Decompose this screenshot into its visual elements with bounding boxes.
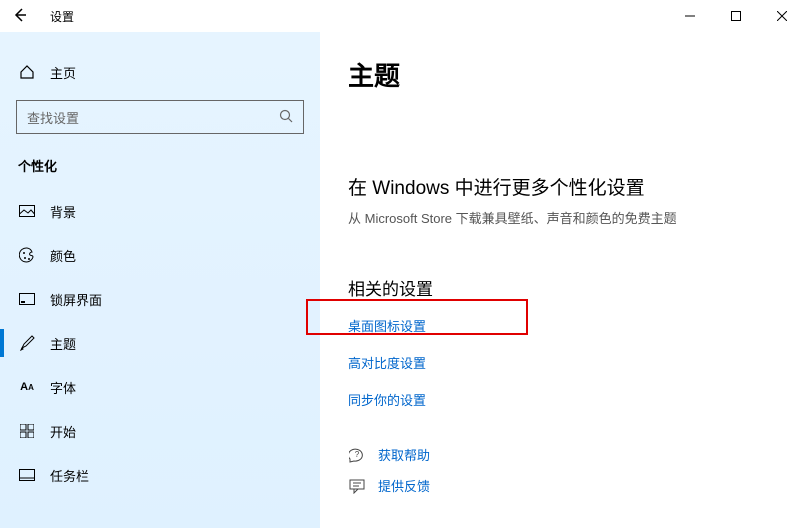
- sidebar-section-label: 个性化: [18, 156, 320, 175]
- get-help-link[interactable]: ? 获取帮助: [348, 445, 777, 464]
- sidebar-item-label: 字体: [50, 378, 76, 397]
- back-button[interactable]: [0, 0, 40, 32]
- help-icon: ?: [348, 447, 366, 463]
- sidebar: 主页 查找设置 个性化 背景 颜色 锁屏界面 主题 AA 字: [0, 32, 320, 528]
- font-icon: AA: [18, 381, 36, 393]
- sidebar-item-label: 锁屏界面: [50, 290, 102, 309]
- start-icon: [18, 424, 36, 438]
- palette-icon: [18, 247, 36, 263]
- link-sync-settings[interactable]: 同步你的设置: [348, 390, 777, 409]
- sidebar-item-background[interactable]: 背景: [0, 189, 320, 233]
- page-title: 主题: [348, 56, 777, 93]
- link-desktop-icon-settings[interactable]: 桌面图标设置: [348, 316, 777, 335]
- feedback-label: 提供反馈: [378, 476, 430, 495]
- picture-icon: [18, 205, 36, 217]
- svg-text:?: ?: [355, 450, 360, 459]
- sidebar-item-start[interactable]: 开始: [0, 409, 320, 453]
- sidebar-home-label: 主页: [50, 63, 76, 82]
- titlebar: 设置: [0, 0, 805, 32]
- sidebar-item-label: 颜色: [50, 246, 76, 265]
- minimize-button[interactable]: [667, 0, 713, 32]
- main-content: 主题 在 Windows 中进行更多个性化设置 从 Microsoft Stor…: [320, 32, 805, 528]
- maximize-button[interactable]: [713, 0, 759, 32]
- feedback-link[interactable]: 提供反馈: [348, 476, 777, 495]
- close-button[interactable]: [759, 0, 805, 32]
- brush-icon: [18, 335, 36, 351]
- window-controls: [667, 0, 805, 32]
- window-title: 设置: [50, 8, 74, 25]
- sidebar-item-label: 背景: [50, 202, 76, 221]
- feedback-icon: [348, 478, 366, 494]
- sidebar-item-label: 开始: [50, 422, 76, 441]
- get-help-label: 获取帮助: [378, 445, 430, 464]
- arrow-left-icon: [13, 8, 27, 22]
- more-personalization-heading: 在 Windows 中进行更多个性化设置: [348, 173, 777, 200]
- sidebar-item-taskbar[interactable]: 任务栏: [0, 453, 320, 497]
- sidebar-item-themes[interactable]: 主题: [0, 321, 320, 365]
- sidebar-item-label: 主题: [50, 334, 76, 353]
- sidebar-item-colors[interactable]: 颜色: [0, 233, 320, 277]
- more-personalization-subtext: 从 Microsoft Store 下载兼具壁纸、声音和颜色的免费主题: [348, 208, 777, 227]
- search-placeholder: 查找设置: [27, 108, 79, 127]
- sidebar-item-label: 任务栏: [50, 466, 89, 485]
- search-icon: [279, 109, 293, 126]
- lockscreen-icon: [18, 293, 36, 305]
- sidebar-item-fonts[interactable]: AA 字体: [0, 365, 320, 409]
- related-settings-heading: 相关的设置: [348, 275, 777, 300]
- sidebar-item-lockscreen[interactable]: 锁屏界面: [0, 277, 320, 321]
- link-high-contrast-settings[interactable]: 高对比度设置: [348, 353, 777, 372]
- search-input[interactable]: 查找设置: [16, 100, 304, 134]
- home-icon: [18, 64, 36, 80]
- taskbar-icon: [18, 469, 36, 481]
- sidebar-home[interactable]: 主页: [0, 52, 320, 92]
